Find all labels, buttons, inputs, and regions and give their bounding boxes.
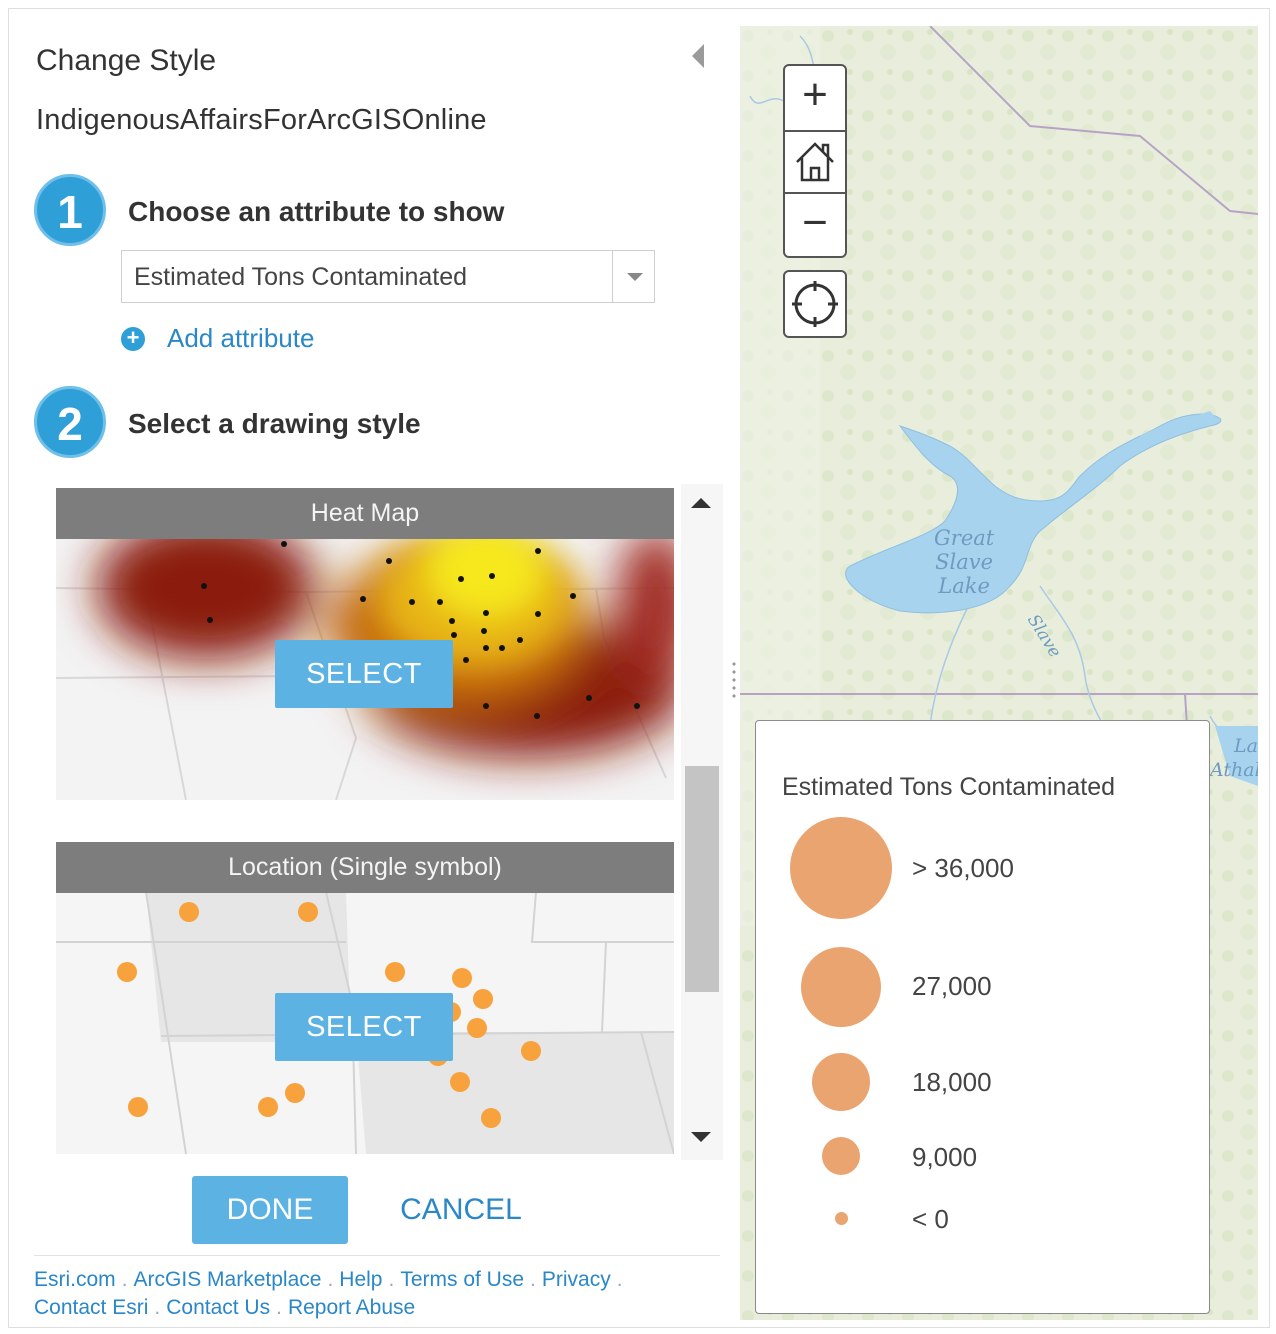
step-1-label: Choose an attribute to show — [128, 196, 505, 227]
scroll-down-icon[interactable] — [691, 1132, 711, 1142]
legend-symbol — [801, 947, 881, 1027]
panel-title: Change Style — [36, 44, 217, 77]
home-icon — [796, 142, 834, 182]
collapse-panel-icon[interactable] — [692, 44, 704, 68]
zoom-controls: + − — [783, 64, 847, 258]
footer-link-esri[interactable]: Esri.com — [34, 1268, 116, 1291]
panel-resize-handle[interactable] — [732, 660, 736, 698]
select-heat-map-button[interactable]: SELECT — [275, 640, 453, 708]
locate-button[interactable] — [783, 270, 847, 338]
zoom-in-button[interactable]: + — [785, 66, 845, 128]
footer-link-privacy[interactable]: Privacy — [542, 1268, 611, 1291]
zoom-out-button[interactable]: − — [785, 194, 845, 256]
footer-link-contact-esri[interactable]: Contact Esri — [34, 1296, 148, 1319]
legend-label: 27,000 — [912, 971, 992, 1001]
attribute-select[interactable]: Estimated Tons Contaminated — [121, 250, 655, 303]
scroll-up-icon[interactable] — [691, 498, 711, 508]
attribute-select-toggle[interactable] — [612, 251, 654, 302]
crosshair-icon — [792, 281, 838, 327]
style-card-title: Location (Single symbol) — [56, 842, 674, 893]
add-attribute-link[interactable]: + Add attribute — [121, 323, 314, 354]
legend-symbol — [812, 1053, 870, 1111]
step-2-badge: 2 — [34, 386, 106, 458]
select-location-button[interactable]: SELECT — [275, 993, 453, 1061]
legend-symbol — [835, 1212, 848, 1225]
style-card-title: Heat Map — [56, 488, 674, 539]
map-legend: Estimated Tons Contaminated > 36,000 27,… — [755, 720, 1210, 1314]
style-list-scrollbar[interactable] — [681, 484, 723, 1160]
chevron-down-icon — [627, 273, 643, 281]
home-button[interactable] — [785, 130, 845, 194]
scrollbar-thumb[interactable] — [685, 766, 719, 992]
legend-label: > 36,000 — [912, 853, 1014, 883]
footer-link-help[interactable]: Help — [339, 1268, 382, 1291]
footer-link-terms[interactable]: Terms of Use — [400, 1268, 524, 1291]
attribute-select-value: Estimated Tons Contaminated — [134, 263, 468, 291]
change-style-panel: Change Style IndigenousAffairsForArcGISO… — [0, 0, 730, 1334]
drawing-style-list: Heat Map SELECT Location (Single symbol)… — [56, 488, 676, 1160]
done-button[interactable]: DONE — [192, 1176, 348, 1244]
style-card-location[interactable]: Location (Single symbol) SELECT — [56, 842, 674, 1154]
lake-label: Great Slave Lake — [934, 526, 995, 598]
style-card-heat-map[interactable]: Heat Map SELECT — [56, 488, 674, 800]
step-2-label: Select a drawing style — [128, 408, 421, 439]
legend-label: 9,000 — [912, 1142, 978, 1172]
edge-lake-label: La Athal — [1210, 735, 1258, 781]
footer-divider — [34, 1255, 720, 1256]
cancel-button[interactable]: CANCEL — [386, 1176, 536, 1244]
step-1-badge: 1 — [34, 174, 106, 246]
legend-label: < 0 — [912, 1204, 949, 1234]
legend-label: 18,000 — [912, 1067, 992, 1097]
footer-link-contact-us[interactable]: Contact Us — [166, 1296, 270, 1319]
footer-link-report-abuse[interactable]: Report Abuse — [288, 1296, 415, 1319]
add-attribute-label: Add attribute — [167, 323, 315, 353]
legend-symbol — [822, 1137, 860, 1175]
footer-link-marketplace[interactable]: ArcGIS Marketplace — [134, 1268, 322, 1291]
plus-circle-icon: + — [121, 326, 145, 351]
legend-title: Estimated Tons Contaminated — [782, 773, 1116, 801]
legend-symbol — [790, 817, 892, 919]
footer-links: Esri.com. ArcGIS Marketplace. Help. Terms o… — [34, 1268, 623, 1319]
layer-name: IndigenousAffairsForArcGISOnline — [36, 104, 487, 136]
